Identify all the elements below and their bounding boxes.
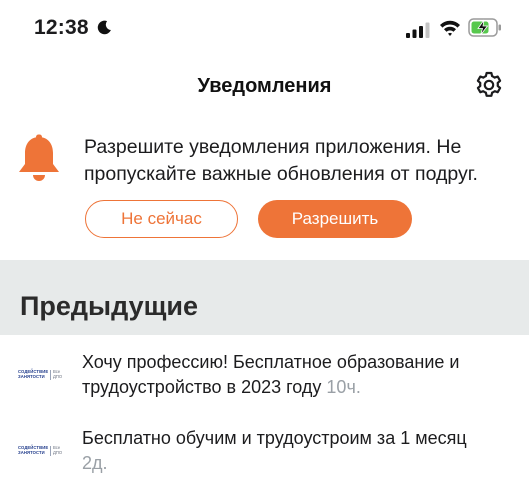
notification-time: 2д. [82,453,108,473]
section-header: Предыдущие [0,260,529,335]
status-bar: 12:38 [0,0,529,58]
list-item[interactable]: СОДЕЙСТВИЕ ЗАНЯТОСТИ Все ДПО Бесплатно о… [0,426,529,486]
logo-left-text: СОДЕЙСТВИЕ ЗАНЯТОСТИ [18,369,49,379]
notification-time: 10ч. [326,377,361,397]
gear-icon[interactable] [474,70,504,100]
list-item[interactable]: СОДЕЙСТВИЕ ЗАНЯТОСТИ Все ДПО Хочу профес… [0,350,529,410]
logo-right-text: Все ДПО [53,445,63,455]
notification-text: Хочу профессию! Бесплатное образование и… [82,350,512,400]
notification-text: Бесплатно обучим и трудоустроим за 1 мес… [82,426,512,476]
cellular-signal-icon [406,22,430,38]
permission-message: Разрешите уведомления приложения. Не про… [84,136,478,185]
not-now-button[interactable]: Не сейчас [85,200,238,238]
bell-icon [19,134,59,181]
notification-message: Хочу профессию! Бесплатное образование и… [82,352,460,397]
logo-divider [50,446,51,456]
moon-icon [97,20,111,35]
battery-charging-icon [468,18,501,37]
sender-logo: СОДЕЙСТВИЕ ЗАНЯТОСТИ Все ДПО [18,444,66,458]
wifi-icon [440,20,460,36]
nav-bar: Уведомления [0,58,529,114]
logo-left-text: СОДЕЙСТВИЕ ЗАНЯТОСТИ [18,445,49,455]
allow-button[interactable]: Разрешить [258,200,412,238]
page-title: Уведомления [197,75,332,97]
section-title: Предыдущие [20,291,198,321]
logo-right-text: Все ДПО [53,369,63,379]
logo-divider [50,370,51,380]
notification-permission-prompt: Разрешите уведомления приложения. Не про… [0,118,529,258]
status-time: 12:38 [34,16,89,39]
sender-logo: СОДЕЙСТВИЕ ЗАНЯТОСТИ Все ДПО [18,368,66,382]
notification-message: Бесплатно обучим и трудоустроим за 1 мес… [82,428,467,448]
